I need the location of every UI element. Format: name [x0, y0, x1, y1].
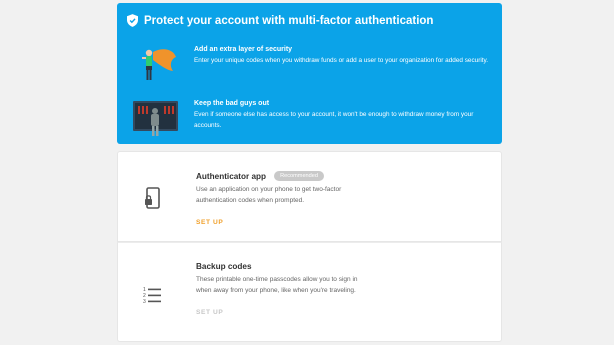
feature-title: Keep the bad guys out	[194, 100, 270, 107]
feature-description: Even if someone else has access to your …	[194, 111, 474, 129]
feature-title: Add an extra layer of security	[194, 46, 293, 53]
superhero-illustration-icon	[142, 49, 176, 80]
method-description: These printable one-time passcodes allow…	[196, 276, 358, 294]
authenticator-setup-button[interactable]: SET UP	[196, 219, 371, 226]
method-title: Authenticator app	[196, 171, 267, 181]
feature-bad-guys: Keep the bad guys out Even if someone el…	[133, 99, 494, 139]
vault-illustration-icon	[133, 101, 178, 136]
mfa-banner: Protect your account with multi-factor a…	[117, 3, 502, 144]
banner-title: Protect your account with multi-factor a…	[144, 14, 434, 27]
backup-codes-card: 1 2 3 Backup codes These printable one-t…	[117, 242, 502, 342]
backup-codes-content: Backup codes These printable one-time pa…	[196, 262, 371, 316]
svg-text:3: 3	[143, 299, 146, 305]
method-title: Backup codes	[196, 262, 252, 271]
numbered-list-icon: 1 2 3	[142, 284, 164, 306]
recommended-badge: Recommended	[274, 171, 324, 181]
feature-description: Enter your unique codes when you withdra…	[194, 57, 489, 64]
backup-codes-setup-button[interactable]: SET UP	[196, 309, 371, 316]
shield-icon	[127, 14, 138, 27]
feature-extra-security: Add an extra layer of security Enter you…	[133, 45, 494, 85]
authenticator-app-card: Authenticator app Recommended Use an app…	[117, 151, 502, 242]
method-description: Use an application on your phone to get …	[196, 186, 342, 204]
authenticator-app-content: Authenticator app Recommended Use an app…	[196, 171, 371, 226]
banner-header: Protect your account with multi-factor a…	[127, 14, 433, 27]
phone-lock-icon	[142, 187, 164, 209]
